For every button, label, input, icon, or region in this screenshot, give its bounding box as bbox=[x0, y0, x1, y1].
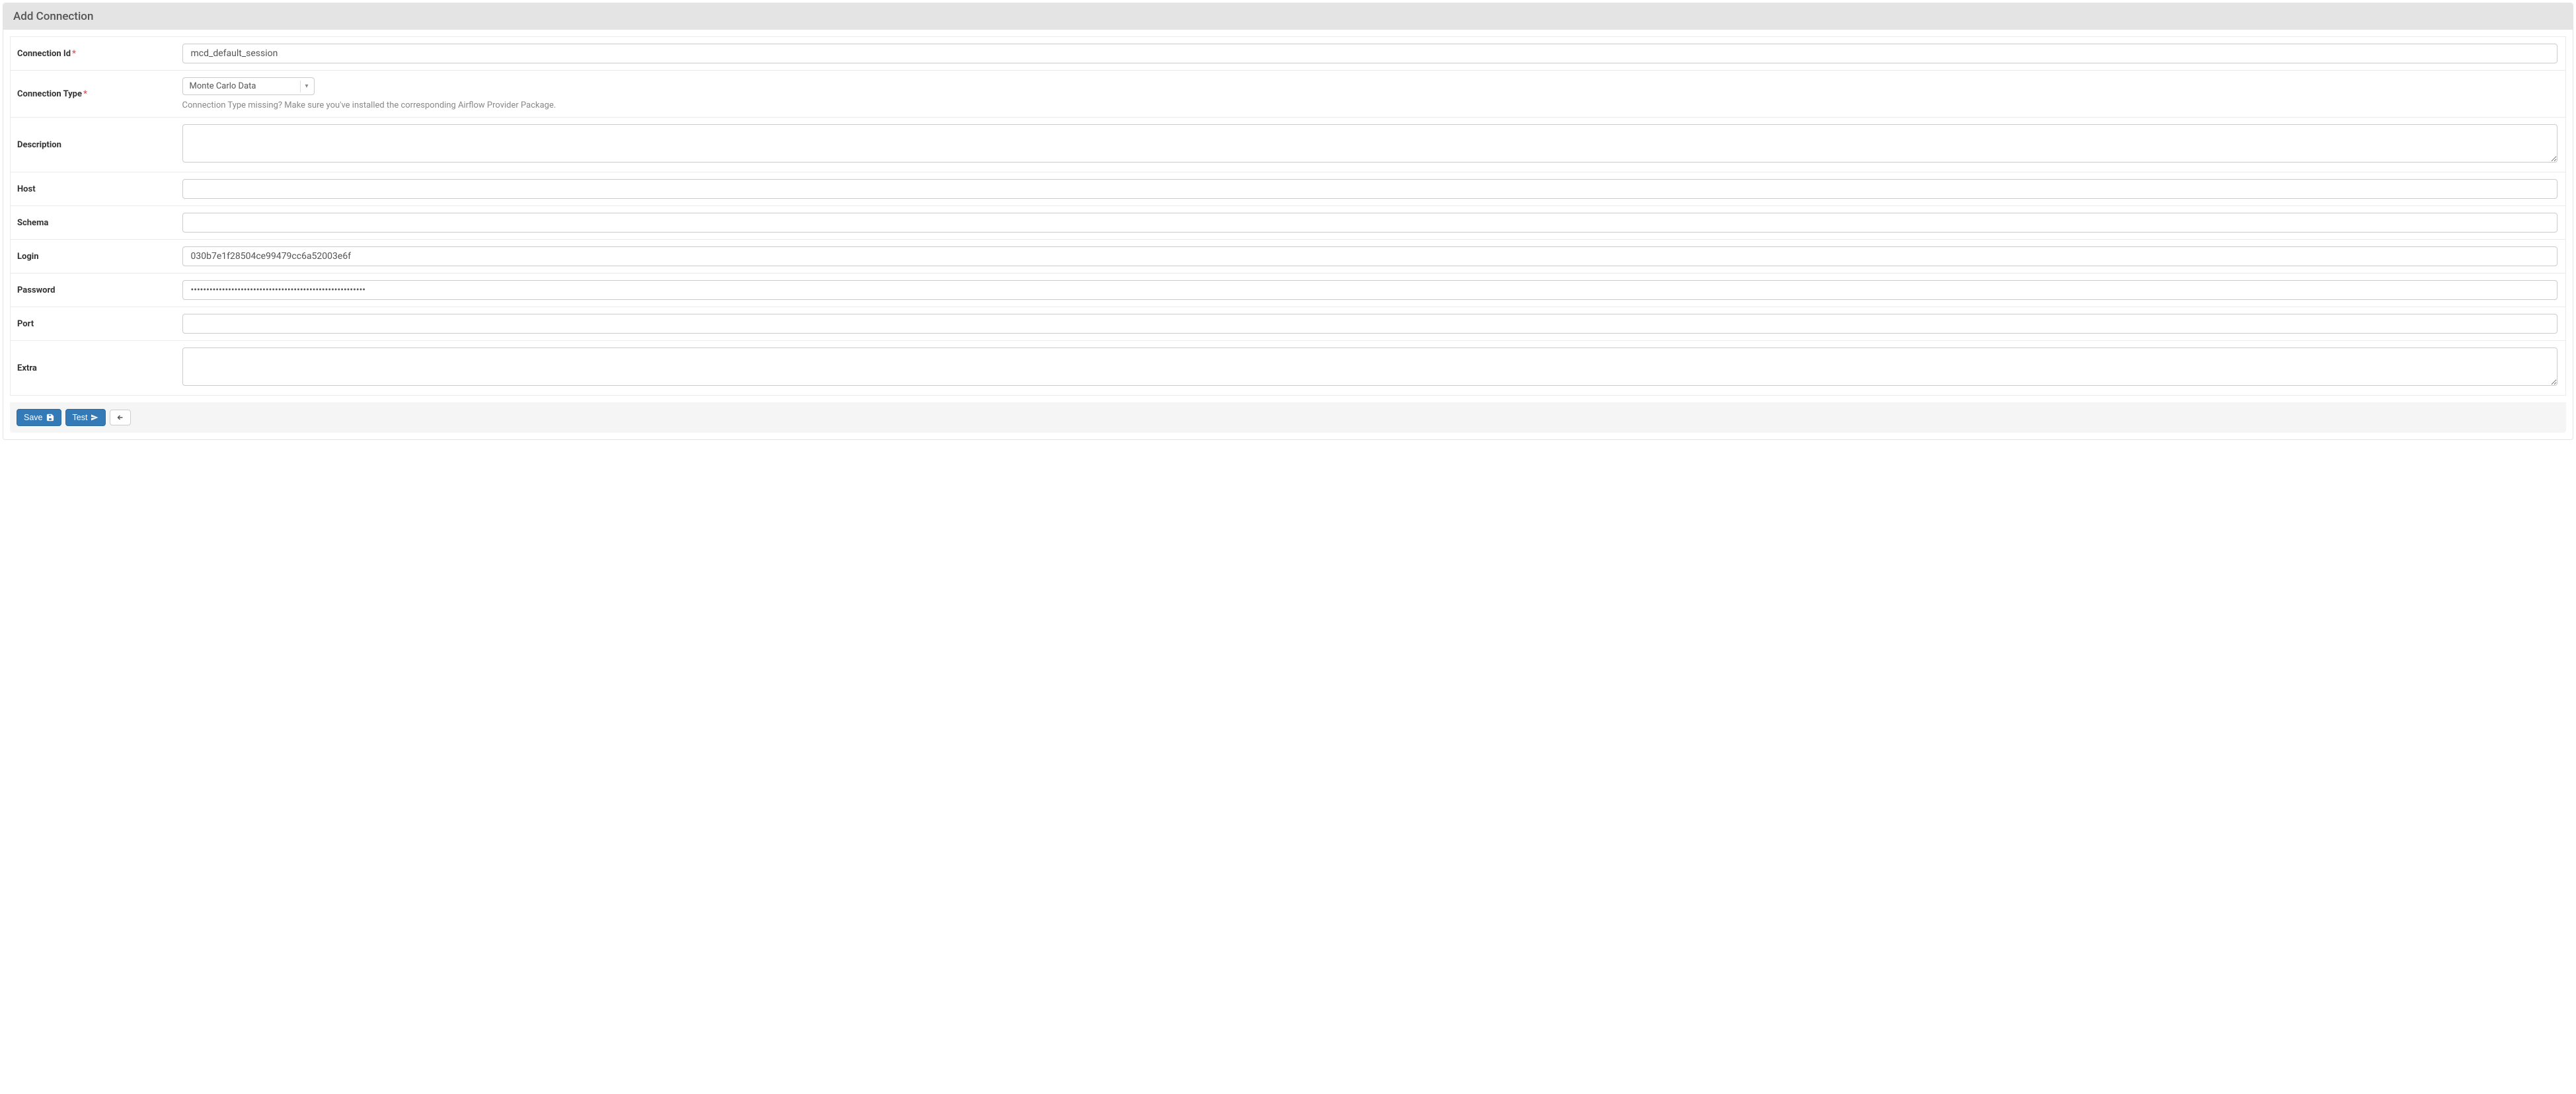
row-connection-type: Connection Type* Monte Carlo Data ▾ Conn… bbox=[11, 71, 2566, 118]
chevron-down-icon: ▾ bbox=[300, 81, 308, 92]
back-button[interactable] bbox=[110, 410, 131, 425]
required-mark-icon: * bbox=[83, 89, 87, 99]
description-textarea[interactable] bbox=[182, 124, 2558, 163]
row-extra: Extra bbox=[11, 341, 2566, 396]
login-input[interactable] bbox=[182, 246, 2558, 266]
add-connection-panel: Add Connection Connection Id* Connection… bbox=[3, 3, 2573, 440]
save-icon bbox=[46, 414, 54, 421]
label-login: Login bbox=[11, 240, 182, 274]
save-button-label: Save bbox=[24, 413, 43, 422]
save-button[interactable]: Save bbox=[17, 409, 61, 426]
label-connection-type: Connection Type* bbox=[11, 71, 182, 118]
schema-input[interactable] bbox=[182, 213, 2558, 233]
row-password: Password bbox=[11, 274, 2566, 307]
connection-type-help-text: Connection Type missing? Make sure you'v… bbox=[182, 100, 2558, 110]
label-description: Description bbox=[11, 118, 182, 172]
row-description: Description bbox=[11, 118, 2566, 172]
row-connection-id: Connection Id* bbox=[11, 37, 2566, 71]
label-connection-id: Connection Id* bbox=[11, 37, 182, 71]
label-text-connection-type: Connection Type bbox=[17, 89, 82, 99]
test-button-label: Test bbox=[73, 413, 88, 422]
panel-title: Add Connection bbox=[3, 3, 2573, 30]
connection-id-input[interactable] bbox=[182, 44, 2558, 63]
connection-type-select[interactable]: Monte Carlo Data ▾ bbox=[182, 77, 315, 95]
label-text-connection-id: Connection Id bbox=[17, 49, 71, 59]
label-password: Password bbox=[11, 274, 182, 307]
label-schema: Schema bbox=[11, 206, 182, 240]
required-mark-icon: * bbox=[72, 49, 76, 59]
extra-textarea[interactable] bbox=[182, 347, 2558, 386]
test-button[interactable]: Test bbox=[65, 409, 106, 426]
form-table: Connection Id* Connection Type* Monte Ca… bbox=[10, 36, 2566, 396]
port-input[interactable] bbox=[182, 314, 2558, 334]
connection-type-selected-value: Monte Carlo Data bbox=[190, 81, 256, 91]
label-host: Host bbox=[11, 172, 182, 206]
footer-toolbar: Save Test bbox=[10, 402, 2566, 433]
arrow-left-icon bbox=[116, 414, 124, 421]
paper-plane-icon bbox=[91, 414, 98, 421]
row-host: Host bbox=[11, 172, 2566, 206]
label-extra: Extra bbox=[11, 341, 182, 396]
host-input[interactable] bbox=[182, 179, 2558, 199]
row-port: Port bbox=[11, 307, 2566, 341]
password-input[interactable] bbox=[182, 280, 2558, 300]
row-login: Login bbox=[11, 240, 2566, 274]
label-port: Port bbox=[11, 307, 182, 341]
row-schema: Schema bbox=[11, 206, 2566, 240]
form-container: Connection Id* Connection Type* Monte Ca… bbox=[3, 30, 2573, 402]
